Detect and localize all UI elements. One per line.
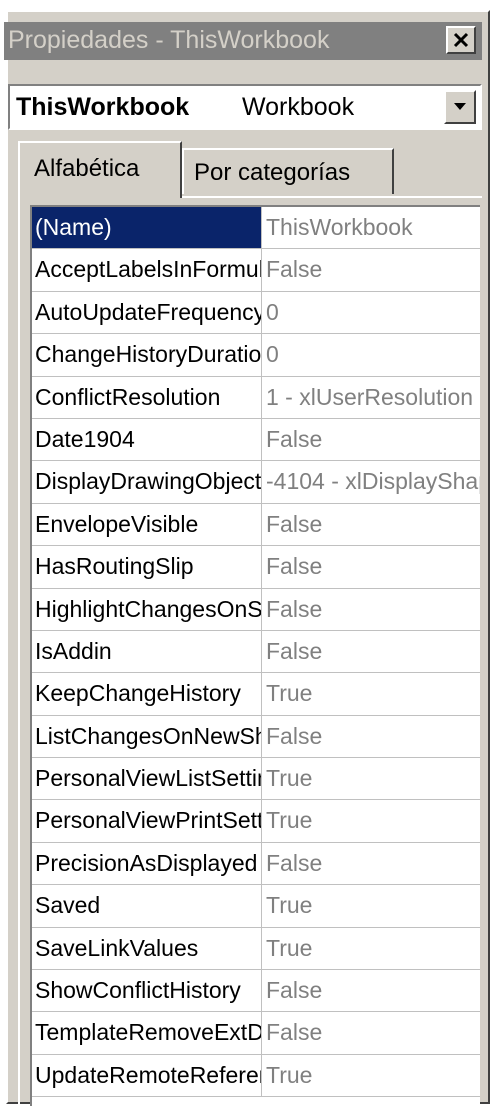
close-icon bbox=[453, 32, 469, 48]
object-type: Workbook bbox=[242, 93, 355, 121]
tab-alphabetic-label: Alfabética bbox=[34, 155, 140, 182]
tab-panel bbox=[18, 196, 482, 1104]
tab-by-category-label: Por categorías bbox=[194, 159, 351, 186]
tab-by-category[interactable]: Por categorías bbox=[182, 148, 394, 194]
title-bar[interactable]: Propiedades - ThisWorkbook bbox=[4, 22, 482, 60]
object-selector[interactable]: ThisWorkbook Workbook bbox=[8, 84, 482, 130]
window-title: Propiedades - ThisWorkbook bbox=[8, 26, 330, 54]
object-dropdown-button[interactable] bbox=[444, 90, 476, 124]
close-button[interactable] bbox=[446, 26, 476, 54]
tab-alphabetic[interactable]: Alfabética bbox=[18, 141, 182, 198]
chevron-down-icon bbox=[454, 103, 466, 110]
object-name: ThisWorkbook bbox=[16, 93, 190, 121]
